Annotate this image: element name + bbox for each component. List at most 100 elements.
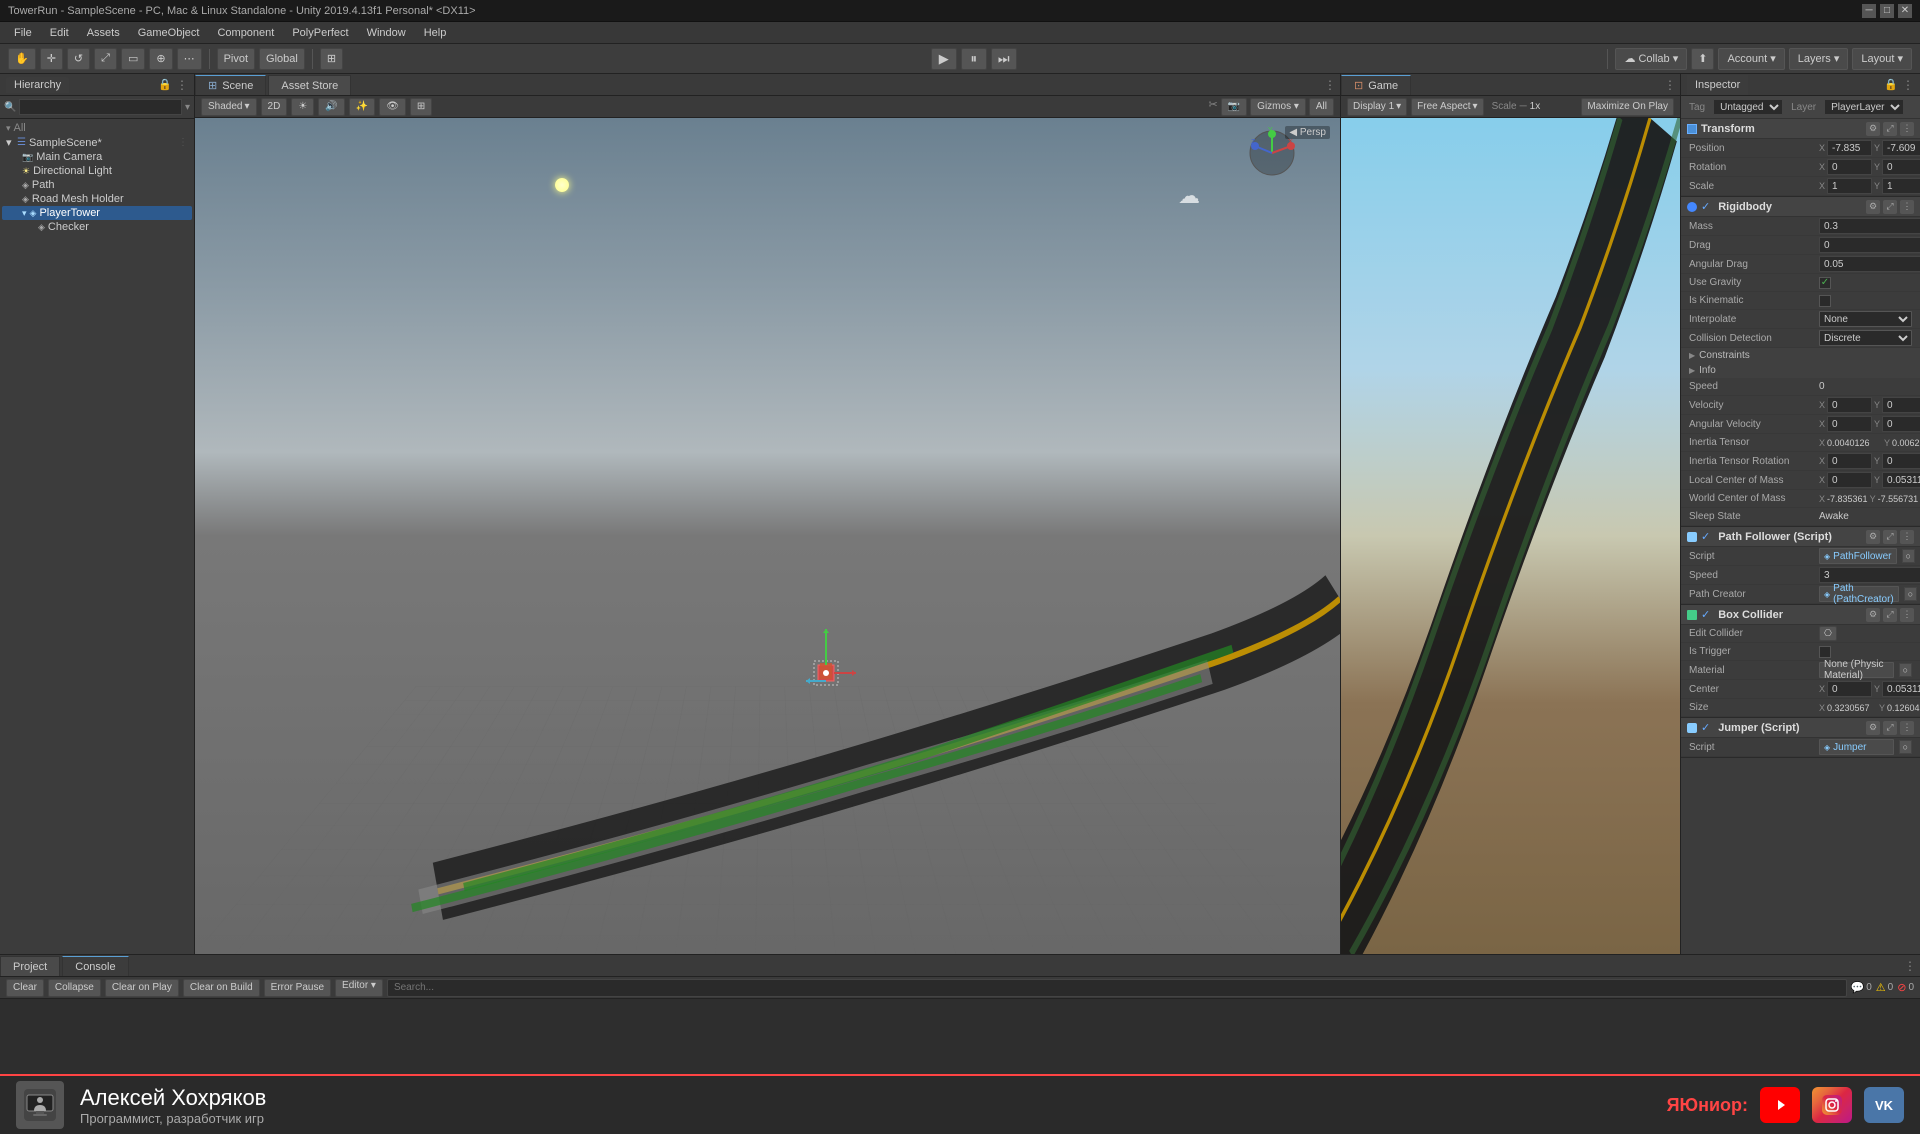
drag-input[interactable] [1819,237,1920,253]
hierarchy-dir-light[interactable]: ☀ Directional Light [2,164,192,178]
clear-on-build-button[interactable]: Clear on Build [183,979,260,997]
material-select-btn[interactable]: ○ [1899,663,1912,677]
is-kinematic-checkbox[interactable] [1819,295,1831,307]
snap-button[interactable]: ⊞ [320,48,343,70]
jumper-header[interactable]: ✓ Jumper (Script) ⚙ ⤢ ⋮ [1681,718,1920,738]
menu-gameobject[interactable]: GameObject [130,25,208,41]
pos-x-input[interactable] [1827,140,1872,156]
hierarchy-road-mesh[interactable]: ◈ Road Mesh Holder [2,192,192,206]
menu-polyperfect[interactable]: PolyPerfect [284,25,356,41]
account-button[interactable]: Account ▾ [1718,48,1784,70]
instagram-button[interactable] [1812,1087,1852,1123]
menu-window[interactable]: Window [359,25,414,41]
pf-script-select-btn[interactable]: ○ [1902,549,1915,563]
angvel-y-input[interactable] [1882,416,1920,432]
jumper-more-btn[interactable]: ⋮ [1900,721,1914,735]
collision-detection-select[interactable]: Discrete [1819,330,1912,346]
scale-x-input[interactable] [1827,178,1872,194]
tab-inspector[interactable]: Inspector [1687,75,1748,95]
editor-dropdown[interactable]: Editor ▾ [335,979,383,997]
layout-button[interactable]: Layout ▾ [1852,48,1912,70]
scale-y-input[interactable] [1882,178,1920,194]
rot-x-input[interactable] [1827,159,1872,175]
is-trigger-checkbox[interactable] [1819,646,1831,658]
pf-more-btn[interactable]: ⋮ [1900,530,1914,544]
center-y-input[interactable] [1882,681,1920,697]
pivot-button[interactable]: Pivot [217,48,255,70]
jumper-settings-btn[interactable]: ⚙ [1866,721,1880,735]
layers-button[interactable]: Layers ▾ [1789,48,1849,70]
tab-console[interactable]: Console [62,956,128,976]
scene-menu-icon[interactable]: ⋮ [178,137,188,148]
rb-expand-btn[interactable]: ⤢ [1883,200,1897,214]
hierarchy-scene[interactable]: ▾ ☰ SampleScene* ⋮ [2,135,192,150]
cloud-button[interactable]: ⬆ [1691,48,1714,70]
bc-settings-btn[interactable]: ⚙ [1866,608,1880,622]
transform-settings-btn[interactable]: ⚙ [1866,122,1880,136]
hand-tool[interactable]: ✋ [8,48,36,70]
tab-game[interactable]: ⊡ Game [1341,75,1411,95]
menu-edit[interactable]: Edit [42,25,77,41]
rb-more-btn[interactable]: ⋮ [1900,200,1914,214]
pf-expand-btn[interactable]: ⤢ [1883,530,1897,544]
move-tool[interactable]: ✛ [40,48,63,70]
youtube-button[interactable] [1760,1087,1800,1123]
hierarchy-search-input[interactable] [19,99,182,115]
pos-y-input[interactable] [1882,140,1920,156]
pf-path-ref[interactable]: ◈ Path (PathCreator) [1819,586,1899,602]
step-button[interactable]: ⏭ [991,48,1017,70]
rotate-tool[interactable]: ↺ [67,48,90,70]
console-more-icon[interactable]: ⋮ [1904,959,1916,973]
effects-toggle[interactable]: ✨ [349,98,375,116]
jumper-select-btn[interactable]: ○ [1899,740,1912,754]
scene-viewport[interactable]: Y X Z ◀ Persp [195,118,1340,954]
transform-more-btn[interactable]: ⋮ [1900,122,1914,136]
tab-asset-store[interactable]: Asset Store [268,75,351,95]
pf-settings-btn[interactable]: ⚙ [1866,530,1880,544]
hierarchy-more-icon[interactable]: ⋮ [176,78,188,92]
game-more-icon[interactable]: ⋮ [1664,78,1676,92]
jumper-script-ref[interactable]: ◈ Jumper [1819,739,1894,755]
collapse-button[interactable]: Collapse [48,979,101,997]
menu-help[interactable]: Help [416,25,455,41]
menu-file[interactable]: File [6,25,40,41]
bc-more-btn[interactable]: ⋮ [1900,608,1914,622]
maximize-button[interactable]: □ [1880,4,1894,18]
hierarchy-all-filter[interactable]: ▾ All [2,121,192,135]
interpolate-select[interactable]: None [1819,311,1912,327]
2d-toggle[interactable]: 2D [261,98,288,116]
tab-project[interactable]: Project [0,956,60,976]
edit-collider-button[interactable]: ⎔ [1819,626,1837,641]
box-collider-header[interactable]: ✓ Box Collider ⚙ ⤢ ⋮ [1681,605,1920,625]
global-button[interactable]: Global [259,48,305,70]
rigidbody-header[interactable]: ✓ Rigidbody ⚙ ⤢ ⋮ [1681,197,1920,217]
scale-tool[interactable]: ⤢ [94,48,117,70]
angular-drag-input[interactable] [1819,256,1920,272]
hierarchy-lock-icon[interactable]: 🔒 [158,78,172,91]
play-button[interactable]: ▶ [931,48,957,70]
menu-assets[interactable]: Assets [79,25,128,41]
tag-select[interactable]: Untagged [1713,99,1783,115]
collab-button[interactable]: ☁ Collab ▾ [1615,48,1687,70]
hidden-obj-toggle[interactable]: 👁 [379,98,406,116]
grid-toggle[interactable]: ⊞ [410,98,432,116]
menu-component[interactable]: Component [209,25,282,41]
vel-y-input[interactable] [1882,397,1920,413]
audio-toggle[interactable]: 🔊 [318,98,344,116]
player-tower-gizmo[interactable] [790,637,870,720]
transform-header[interactable]: Transform ⚙ ⤢ ⋮ [1681,119,1920,139]
clear-on-play-button[interactable]: Clear on Play [105,979,179,997]
info-header[interactable]: ▶ Info [1681,363,1920,378]
custom-tool[interactable]: ⋯ [177,48,202,70]
rect-tool[interactable]: ▭ [121,48,145,70]
inspector-more-icon[interactable]: ⋮ [1902,78,1914,92]
pf-script-ref[interactable]: ◈ PathFollower [1819,548,1897,564]
pause-button[interactable]: ⏸ [961,48,987,70]
transform-tool[interactable]: ⊕ [149,48,172,70]
collider-material-ref[interactable]: None (Physic Material) [1819,662,1894,678]
scene-more-icon[interactable]: ⋮ [1324,78,1336,92]
angvel-x-input[interactable] [1827,416,1872,432]
game-viewport[interactable] [1341,118,1680,954]
pf-path-select-btn[interactable]: ○ [1904,587,1917,601]
gizmos-dropdown[interactable]: Gizmos ▾ [1250,98,1306,116]
